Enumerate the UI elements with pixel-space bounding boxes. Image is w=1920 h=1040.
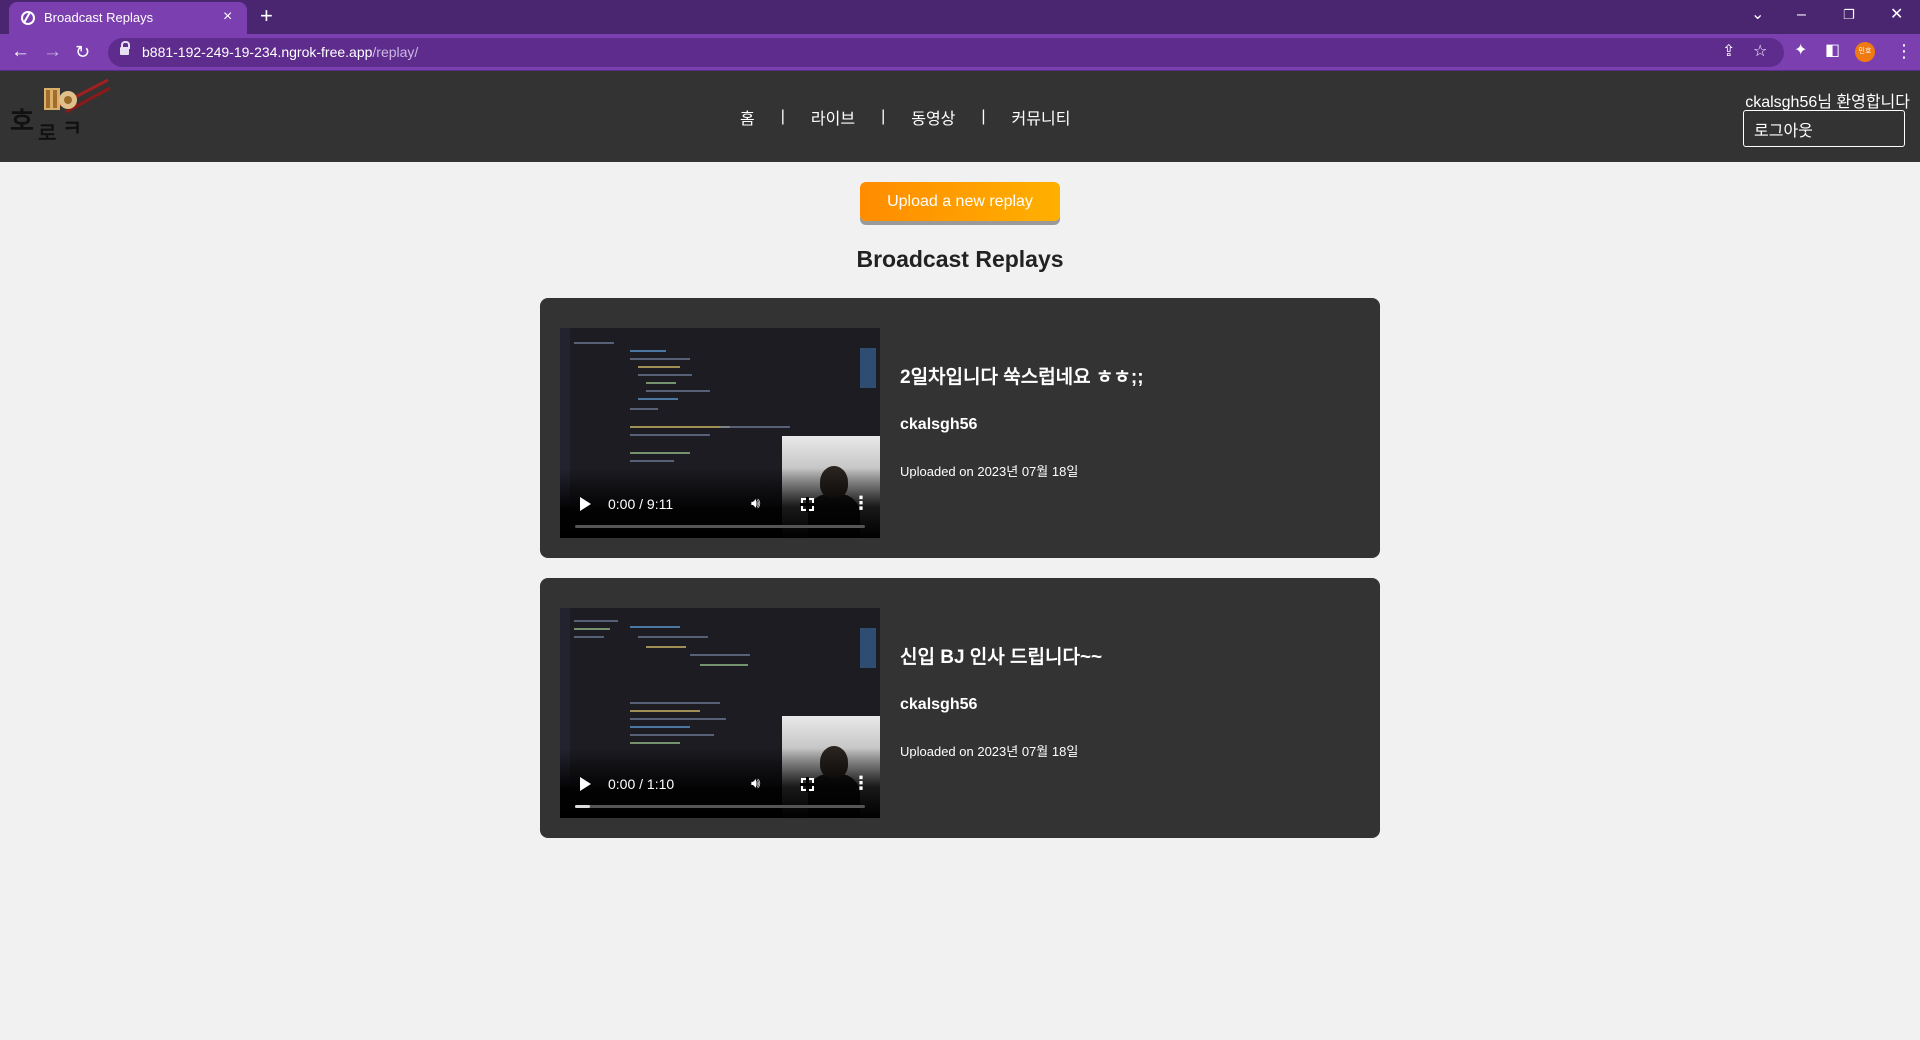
more-options-icon[interactable]: ⋮ (852, 494, 870, 512)
new-tab-button[interactable]: + (260, 4, 273, 28)
replay-uploader: ckalsgh56 (900, 416, 978, 433)
reload-icon[interactable]: ↻ (75, 41, 90, 63)
nav-separator: | (981, 108, 986, 125)
welcome-text: ckalsgh56님 환영합니다 (1745, 94, 1910, 111)
replay-upload-date: Uploaded on 2023년 07월 18일 (900, 464, 1079, 479)
replay-card: 0:00 / 1:10 🔊︎ ⋮ 신입 BJ 인사 드립니다~~ ckalsgh… (540, 578, 1380, 838)
video-time: 0:00 / 9:11 (608, 496, 674, 512)
svg-text:호: 호 (10, 107, 34, 137)
nav-separator: | (881, 108, 886, 125)
url-host: b881-192-249-19-234.ngrok-free.app (142, 44, 373, 60)
site-logo[interactable]: 호 로 ㅋ (8, 78, 112, 146)
nav-home[interactable]: 홈 (740, 105, 755, 129)
share-icon[interactable]: ⇪ (1722, 43, 1735, 61)
replay-video-player[interactable]: 0:00 / 1:10 🔊︎ ⋮ (560, 608, 880, 818)
video-controls: 0:00 / 1:10 🔊︎ ⋮ (560, 748, 880, 818)
video-time: 0:00 / 1:10 (608, 776, 675, 792)
main-nav: 홈 | 라이브 | 동영상 | 커뮤니티 (740, 105, 1070, 129)
url-path: /replay/ (372, 44, 419, 60)
video-controls: 0:00 / 9:11 🔊︎ ⋮ (560, 468, 880, 538)
video-progress-fill (575, 805, 590, 808)
logout-button[interactable]: 로그아웃 (1743, 110, 1905, 147)
lock-icon[interactable] (120, 41, 130, 57)
video-progress-bar[interactable] (575, 525, 865, 528)
replay-title: 신입 BJ 인사 드립니다~~ (900, 647, 1103, 668)
favicon-icon (21, 11, 35, 25)
play-icon[interactable] (580, 497, 591, 511)
nav-videos[interactable]: 동영상 (911, 105, 955, 129)
browser-tab-strip: Broadcast Replays × + ⌄ – ❐ ✕ (0, 0, 1920, 34)
page-title: Broadcast Replays (856, 246, 1064, 272)
side-panel-icon[interactable]: ◧ (1825, 41, 1840, 61)
profile-avatar[interactable]: 민호 (1855, 42, 1875, 62)
volume-icon[interactable]: 🔊︎ (751, 495, 760, 512)
nav-live[interactable]: 라이브 (811, 105, 855, 129)
menu-icon[interactable]: ⋮ (1895, 41, 1913, 61)
fullscreen-icon[interactable] (800, 497, 815, 512)
tab-close-icon[interactable]: × (223, 8, 232, 26)
more-options-icon[interactable]: ⋮ (852, 774, 870, 792)
extensions-icon[interactable]: ✦ (1794, 41, 1807, 61)
replay-title: 2일차입니다 쑥스럽네요 ㅎㅎ;; (900, 367, 1144, 388)
svg-text:ㅋ: ㅋ (62, 117, 82, 142)
url-text[interactable]: b881-192-249-19-234.ngrok-free.app/repla… (142, 44, 418, 60)
replay-video-player[interactable]: 0:00 / 9:11 🔊︎ ⋮ (560, 328, 880, 538)
site-header: 호 로 ㅋ 홈 | 라이브 | 동영상 | 커뮤니티 ckalsgh56님 환영… (0, 71, 1920, 162)
browser-tab[interactable]: Broadcast Replays × (9, 2, 247, 34)
replay-card: 0:00 / 9:11 🔊︎ ⋮ 2일차입니다 쑥스럽네요 ㅎㅎ;; ckals… (540, 298, 1380, 558)
svg-text:로: 로 (38, 121, 56, 145)
address-bar[interactable]: b881-192-249-19-234.ngrok-free.app/repla… (108, 38, 1784, 67)
volume-icon[interactable]: 🔊︎ (751, 775, 760, 792)
forward-icon[interactable]: → (43, 41, 62, 63)
play-icon[interactable] (580, 777, 591, 791)
tab-title: Broadcast Replays (44, 10, 154, 25)
video-progress-bar[interactable] (575, 805, 865, 808)
star-icon[interactable]: ☆ (1753, 43, 1767, 61)
replay-uploader: ckalsgh56 (900, 696, 978, 713)
restore-icon[interactable]: ❐ (1843, 5, 1855, 25)
minimize-icon[interactable]: – (1797, 5, 1806, 25)
nav-community[interactable]: 커뮤니티 (1012, 105, 1071, 129)
address-toolbar: ← → ↻ b881-192-249-19-234.ngrok-free.app… (0, 34, 1920, 71)
tab-search-icon[interactable]: ⌄ (1751, 5, 1764, 25)
nav-separator: | (780, 108, 785, 125)
replay-upload-date: Uploaded on 2023년 07월 18일 (900, 744, 1079, 759)
upload-replay-button[interactable]: Upload a new replay (860, 182, 1060, 221)
fullscreen-icon[interactable] (800, 777, 815, 792)
close-window-icon[interactable]: ✕ (1890, 5, 1903, 25)
back-icon[interactable]: ← (11, 41, 30, 63)
